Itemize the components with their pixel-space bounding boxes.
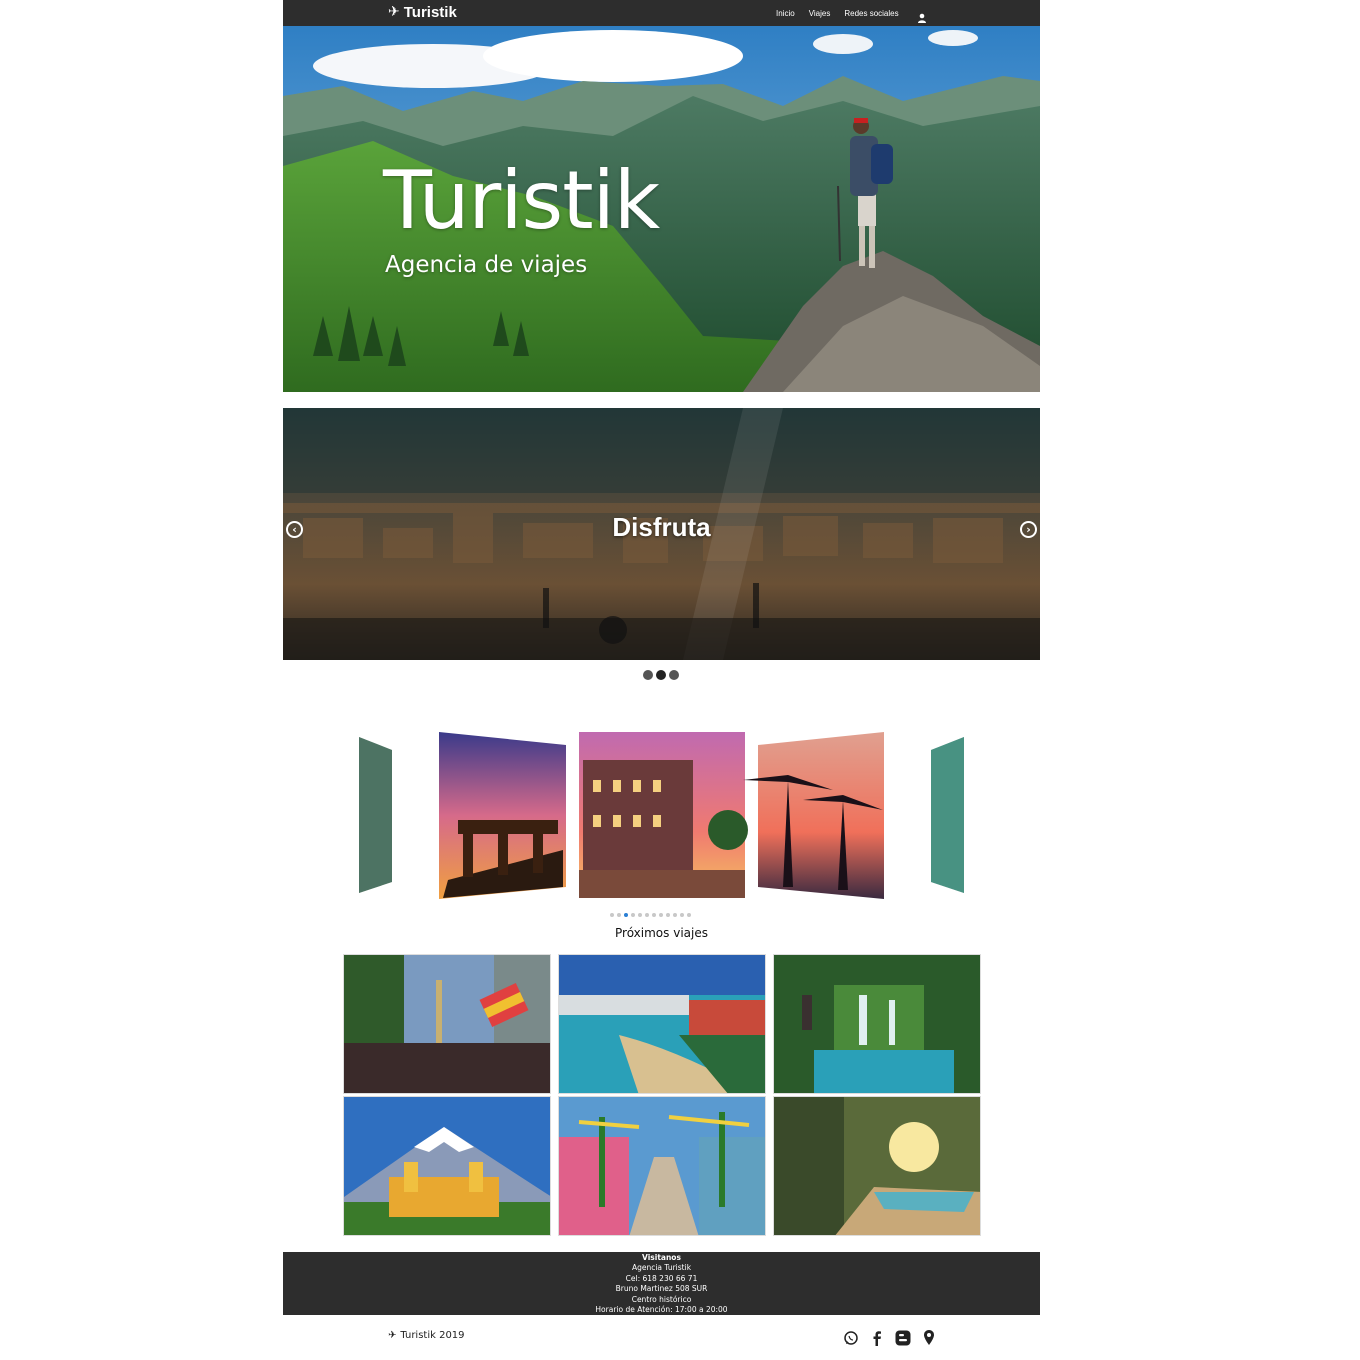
- airplane-icon: ✈: [388, 1330, 397, 1341]
- trip-image-tile[interactable]: [773, 954, 981, 1094]
- coverflow-dot[interactable]: [659, 913, 663, 917]
- social-links: [843, 1329, 937, 1347]
- footer-line-agency: Agencia Turistik: [631, 1263, 692, 1273]
- bottom-bar: ✈ Turistik 2019: [283, 1325, 1040, 1355]
- coverflow-dot[interactable]: [673, 913, 677, 917]
- coverflow-pagination: [610, 913, 691, 917]
- copyright: ✈ Turistik 2019: [388, 1330, 465, 1341]
- footer-line-address: Bruno Martinez 508 SUR: [615, 1284, 708, 1294]
- brand-name: Turistik: [403, 3, 457, 21]
- coverflow-dot[interactable]: [610, 913, 614, 917]
- airplane-icon: ✈: [388, 4, 400, 20]
- hero-subtitle: Agencia de viajes: [385, 252, 588, 278]
- nav-link-viajes[interactable]: Viajes: [809, 9, 831, 18]
- chevron-right-icon[interactable]: ›: [1020, 521, 1037, 538]
- coverflow-dot[interactable]: [638, 913, 642, 917]
- trip-image-tile[interactable]: [558, 954, 766, 1094]
- trip-image-tile[interactable]: [773, 1096, 981, 1236]
- coverflow-dot[interactable]: [631, 913, 635, 917]
- footer-line-phone: Cel: 618 230 66 71: [625, 1273, 698, 1283]
- hero-title: Turistik: [383, 154, 660, 247]
- coverflow-dot[interactable]: [617, 913, 621, 917]
- footer-line-hours: Horario de Atención: 17:00 a 20:00: [595, 1305, 728, 1315]
- user-icon[interactable]: [917, 8, 927, 23]
- coverflow-dot[interactable]: [624, 913, 628, 917]
- chevron-left-icon[interactable]: ‹: [286, 521, 303, 538]
- slide-caption: Disfruta: [612, 512, 711, 542]
- nav-link-redes-sociales[interactable]: Redes sociales: [844, 9, 898, 18]
- trip-image-tile[interactable]: [343, 954, 551, 1094]
- hero-banner: Turistik Agencia de viajes: [283, 26, 1040, 392]
- nav-links: Inicio Viajes Redes sociales: [776, 0, 927, 26]
- trip-image-tile[interactable]: [558, 1096, 766, 1236]
- upcoming-trips-title: Próximos viajes: [615, 926, 708, 940]
- image-slider: Disfruta ‹ ›: [283, 408, 1040, 660]
- blogger-icon[interactable]: [895, 1329, 911, 1347]
- brand-logo-link[interactable]: ✈ Turistik: [388, 1, 457, 23]
- contact-footer: Visitanos Agencia Turistik Cel: 618 230 …: [283, 1252, 1040, 1315]
- coverflow-dot[interactable]: [687, 913, 691, 917]
- whatsapp-icon[interactable]: [843, 1329, 859, 1347]
- coverflow-carousel: [283, 720, 1040, 910]
- trip-image-tile[interactable]: [343, 1096, 551, 1236]
- footer-line-area: Centro histórico: [631, 1294, 692, 1304]
- coverflow-dot[interactable]: [645, 913, 649, 917]
- slider-dot[interactable]: [643, 670, 653, 680]
- navbar: ✈ Turistik Inicio Viajes Redes sociales: [283, 0, 1040, 26]
- nav-link-inicio[interactable]: Inicio: [776, 9, 795, 18]
- footer-title: Visitanos: [642, 1253, 681, 1262]
- copyright-text: Turistik 2019: [400, 1330, 465, 1341]
- coverflow-dot[interactable]: [666, 913, 670, 917]
- coverflow-dot[interactable]: [680, 913, 684, 917]
- trips-gallery: [343, 954, 981, 1237]
- coverflow-dot[interactable]: [652, 913, 656, 917]
- coverflow-item[interactable]: [758, 732, 884, 899]
- slider-pagination: [643, 670, 679, 680]
- slider-dot[interactable]: [669, 670, 679, 680]
- slider-dot[interactable]: [656, 670, 666, 680]
- facebook-icon[interactable]: [869, 1329, 885, 1347]
- location-pin-icon[interactable]: [921, 1329, 937, 1347]
